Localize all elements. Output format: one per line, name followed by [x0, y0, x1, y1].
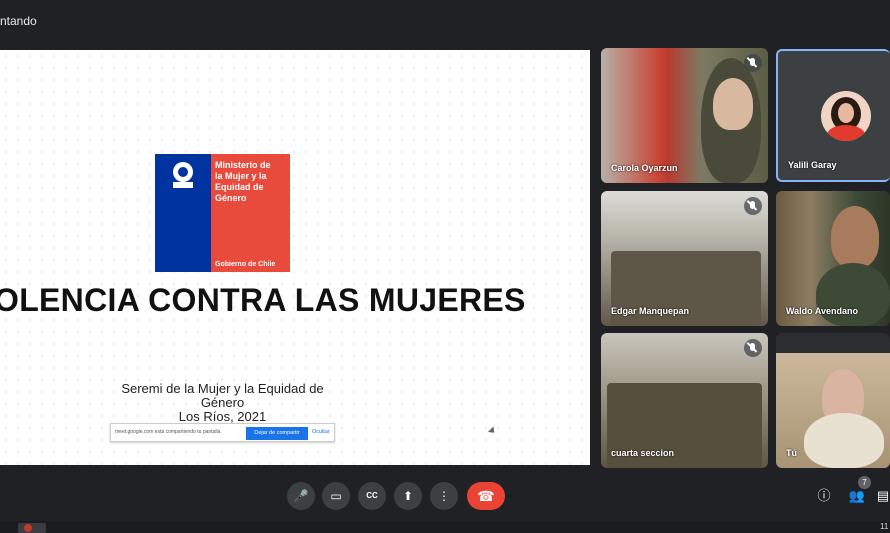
camera-icon: ▭	[330, 489, 342, 503]
taskbar-clock: 11	[880, 522, 889, 531]
meeting-controls-bar: 🎤 ▭ CC ⬆ ⋮ ☎ ⓘ 👥 ▤	[0, 475, 890, 515]
participant-name: Tú	[786, 448, 797, 458]
participant-count-badge: 7	[858, 476, 871, 489]
meet-top-bar: ntando	[0, 0, 890, 44]
more-options-button[interactable]: ⋮	[430, 482, 458, 510]
present-icon: ⬆	[402, 489, 414, 503]
participant-name: Carola Oyarzun	[611, 163, 678, 173]
participant-tile[interactable]: Carola Oyarzun	[601, 48, 768, 183]
participant-name: cuarta seccion	[611, 448, 675, 458]
more-vert-icon: ⋮	[438, 489, 450, 503]
participant-name: Waldo Avendano	[786, 306, 858, 316]
chat-button[interactable]: ▤	[874, 487, 890, 505]
ministry-logo: Ministerio de la Mujer y la Equidad de G…	[155, 154, 290, 272]
participant-video	[816, 263, 890, 326]
logo-ministry-name: Ministerio de la Mujer y la Equidad de G…	[215, 160, 271, 203]
captions-icon: CC	[366, 491, 378, 500]
participant-tile[interactable]: Waldo Avendano	[776, 191, 890, 326]
hangup-icon: ☎	[477, 488, 495, 504]
os-taskbar: 11	[0, 521, 890, 533]
hide-banner-button[interactable]: Ocultar	[312, 429, 330, 435]
chile-coat-of-arms-icon	[173, 162, 193, 188]
participant-name: Yalili Garay	[788, 160, 837, 170]
muted-mic-icon	[744, 197, 762, 215]
stop-sharing-button[interactable]: Dejar de compartir	[246, 427, 308, 440]
participant-video	[804, 413, 884, 468]
subtitle-line-1: Seremi de la Mujer y la Equidad de Géner…	[121, 381, 324, 410]
participant-face	[713, 78, 753, 130]
people-button[interactable]: 👥	[848, 487, 866, 505]
leave-call-button[interactable]: ☎	[467, 482, 505, 510]
chat-icon: ▤	[876, 488, 890, 503]
microphone-button[interactable]: 🎤	[287, 482, 315, 510]
muted-mic-icon	[744, 54, 762, 72]
share-banner-text: meet.google.com está compartiendo tu pan…	[115, 429, 222, 435]
presenting-label: ntando	[0, 14, 37, 28]
mouse-cursor-icon	[487, 426, 498, 436]
screen-share-banner: meet.google.com está compartiendo tu pan…	[110, 423, 335, 442]
participant-tile[interactable]: Edgar Manquepan	[601, 191, 768, 326]
participant-tile[interactable]: Yalili Garay	[776, 49, 890, 182]
camera-button[interactable]: ▭	[322, 482, 350, 510]
slide-subtitle: Seremi de la Mujer y la Equidad de Géner…	[100, 382, 345, 424]
muted-mic-icon	[744, 339, 762, 357]
participant-face	[831, 206, 879, 268]
participant-tile[interactable]: Tú	[776, 333, 890, 468]
avatar	[821, 91, 871, 141]
shared-screen[interactable]: Ministerio de la Mujer y la Equidad de G…	[0, 50, 590, 465]
meeting-details-button[interactable]: ⓘ	[815, 487, 833, 505]
subtitle-line-2: Los Ríos, 2021	[178, 409, 267, 424]
microphone-icon: 🎤	[293, 489, 309, 503]
logo-government-label: Gobierno de Chile	[215, 261, 276, 268]
logo-blue-panel	[155, 154, 211, 272]
captions-button[interactable]: CC	[358, 482, 386, 510]
participant-name: Edgar Manquepan	[611, 306, 690, 316]
present-button[interactable]: ⬆	[394, 482, 422, 510]
taskbar-app-icon	[24, 524, 32, 532]
info-icon: ⓘ	[817, 488, 831, 503]
participant-tile[interactable]: cuarta seccion	[601, 333, 768, 468]
slide-title: OLENCIA CONTRA LAS MUJERES	[0, 282, 526, 318]
people-icon: 👥	[848, 488, 866, 503]
taskbar-app-button[interactable]	[18, 523, 46, 533]
